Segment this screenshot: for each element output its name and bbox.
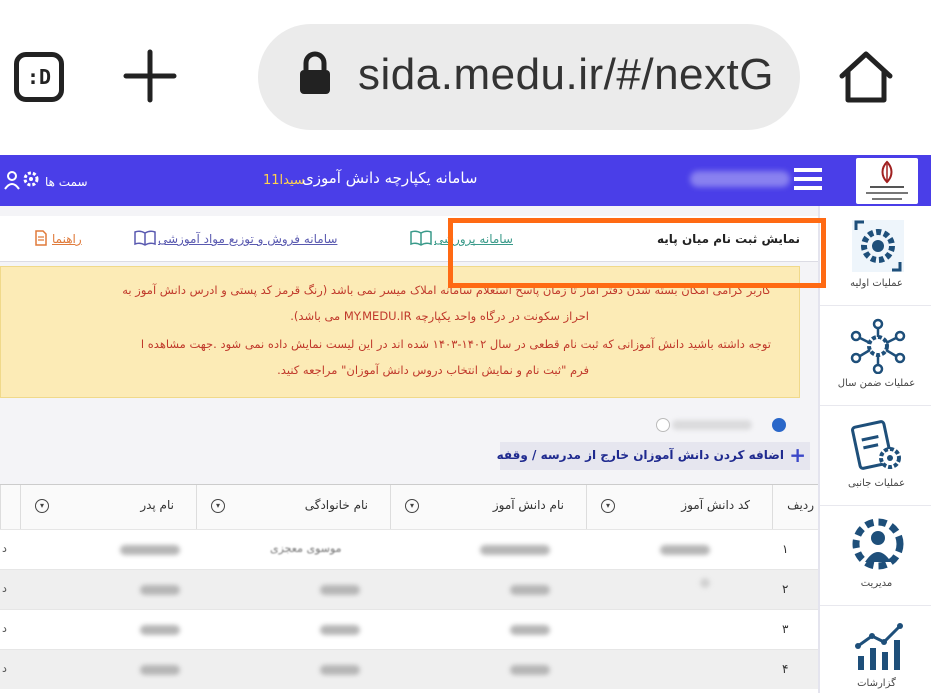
plus-icon: + bbox=[789, 443, 806, 467]
table-row[interactable]: ۳ د bbox=[0, 609, 818, 649]
col-header-family[interactable]: نام خانوادگی ▾ bbox=[196, 485, 390, 529]
filter-icon[interactable]: ▾ bbox=[35, 499, 49, 513]
lock-icon bbox=[300, 51, 330, 94]
partial-cell: د bbox=[2, 662, 7, 675]
sidebar: عملیات اولیه عملیات ضمن سال عملیات جانبی… bbox=[818, 206, 931, 693]
table-row[interactable]: ۱ موسوی معجزی د bbox=[0, 529, 818, 569]
book-icon bbox=[134, 230, 156, 246]
col-header-row[interactable]: ردیف bbox=[772, 485, 818, 529]
radio-option[interactable] bbox=[656, 418, 670, 432]
sidebar-item-side-operations[interactable]: عملیات جانبی bbox=[820, 406, 931, 506]
col-header-partial bbox=[0, 485, 20, 529]
radio-group-partial bbox=[560, 416, 800, 434]
table-row[interactable]: ۴ د bbox=[0, 649, 818, 689]
row-number: ۲ bbox=[782, 582, 789, 596]
book-icon bbox=[410, 230, 432, 246]
partial-cell: د bbox=[2, 542, 7, 555]
sidebar-label: گزارشات bbox=[857, 678, 896, 689]
app-header: سمت ها سیدا11 سامانه یکپارچه دانش آموزی bbox=[0, 155, 931, 206]
gear-refresh-icon bbox=[852, 220, 904, 272]
plus-icon[interactable] bbox=[122, 48, 178, 104]
sidebar-label: عملیات جانبی bbox=[847, 478, 906, 489]
user-name-redacted bbox=[690, 171, 790, 187]
row-number: ۳ bbox=[782, 622, 789, 636]
add-external-label: اضافه کردن دانش آموزان خارج از مدرسه / و… bbox=[496, 448, 784, 462]
students-table: ردیف کد دانش آموز ▾ نام دانش آموز ▾ نام خا… bbox=[0, 484, 818, 693]
add-external-students-link[interactable]: + اضافه کردن دانش آموزان خارج از مدرسه /… bbox=[496, 442, 810, 470]
help-link[interactable]: راهنما bbox=[52, 232, 82, 246]
manager-gear-icon bbox=[852, 518, 904, 570]
sales-system-link[interactable]: سامانه فروش و توزیع مواد آموزشی bbox=[158, 232, 337, 246]
browser-toolbar: :D sida.medu.ir/#/nextG bbox=[0, 0, 931, 155]
app-title: سامانه یکپارچه دانش آموزی bbox=[302, 169, 478, 187]
app-version: سیدا11 bbox=[263, 173, 305, 188]
sidebar-item-reports[interactable]: گزارشات bbox=[820, 606, 931, 693]
table-row[interactable]: ۲ د bbox=[0, 569, 818, 609]
sidebar-item-initial-operations[interactable]: عملیات اولیه bbox=[820, 206, 931, 306]
radio-option[interactable] bbox=[772, 418, 786, 432]
alert-line: توجه داشته باشید دانش آموزانی که ثبت نام… bbox=[140, 337, 771, 351]
ministry-logo bbox=[856, 158, 918, 204]
col-header-father[interactable]: نام پدر ▾ bbox=[20, 485, 196, 529]
home-icon[interactable] bbox=[836, 46, 896, 106]
alert-line: فرم "ثبت نام و نمایش انتخاب دروس دانش آم… bbox=[277, 363, 589, 377]
partial-cell: د bbox=[2, 582, 7, 595]
filter-icon[interactable]: ▾ bbox=[211, 499, 225, 513]
family-cell: موسوی معجزی bbox=[270, 542, 342, 555]
chart-icon bbox=[855, 623, 903, 670]
sidebar-item-in-year-operations[interactable]: عملیات ضمن سال bbox=[820, 306, 931, 406]
document-icon bbox=[35, 230, 47, 246]
sidebar-label: مدیریت bbox=[860, 578, 893, 589]
row-number: ۴ bbox=[782, 662, 789, 676]
filter-icon[interactable]: ▾ bbox=[405, 499, 419, 513]
url-text[interactable]: sida.medu.ir/#/nextG bbox=[358, 50, 774, 100]
row-number: ۱ bbox=[782, 542, 789, 556]
sidebar-item-management[interactable]: مدیریت bbox=[820, 506, 931, 606]
sidebar-label: عملیات ضمن سال bbox=[837, 378, 916, 389]
partial-cell: د bbox=[2, 622, 7, 635]
network-gear-icon bbox=[850, 318, 906, 374]
sidebar-label: عملیات اولیه bbox=[850, 278, 903, 289]
col-header-name[interactable]: نام دانش آموز ▾ bbox=[390, 485, 586, 529]
alert-line: احراز سکونت در درگاه واحد یکپارچه MY.MED… bbox=[290, 309, 589, 323]
hamburger-menu-icon[interactable] bbox=[794, 166, 822, 192]
filter-icon[interactable]: ▾ bbox=[601, 499, 615, 513]
roles-label[interactable]: سمت ها bbox=[45, 175, 88, 189]
users-gear-icon[interactable] bbox=[4, 167, 40, 193]
col-header-code[interactable]: کد دانش آموز ▾ bbox=[586, 485, 772, 529]
clipboard-gear-icon bbox=[851, 420, 901, 470]
tab-switcher-button[interactable]: :D bbox=[14, 52, 64, 102]
highlight-box bbox=[448, 218, 826, 288]
